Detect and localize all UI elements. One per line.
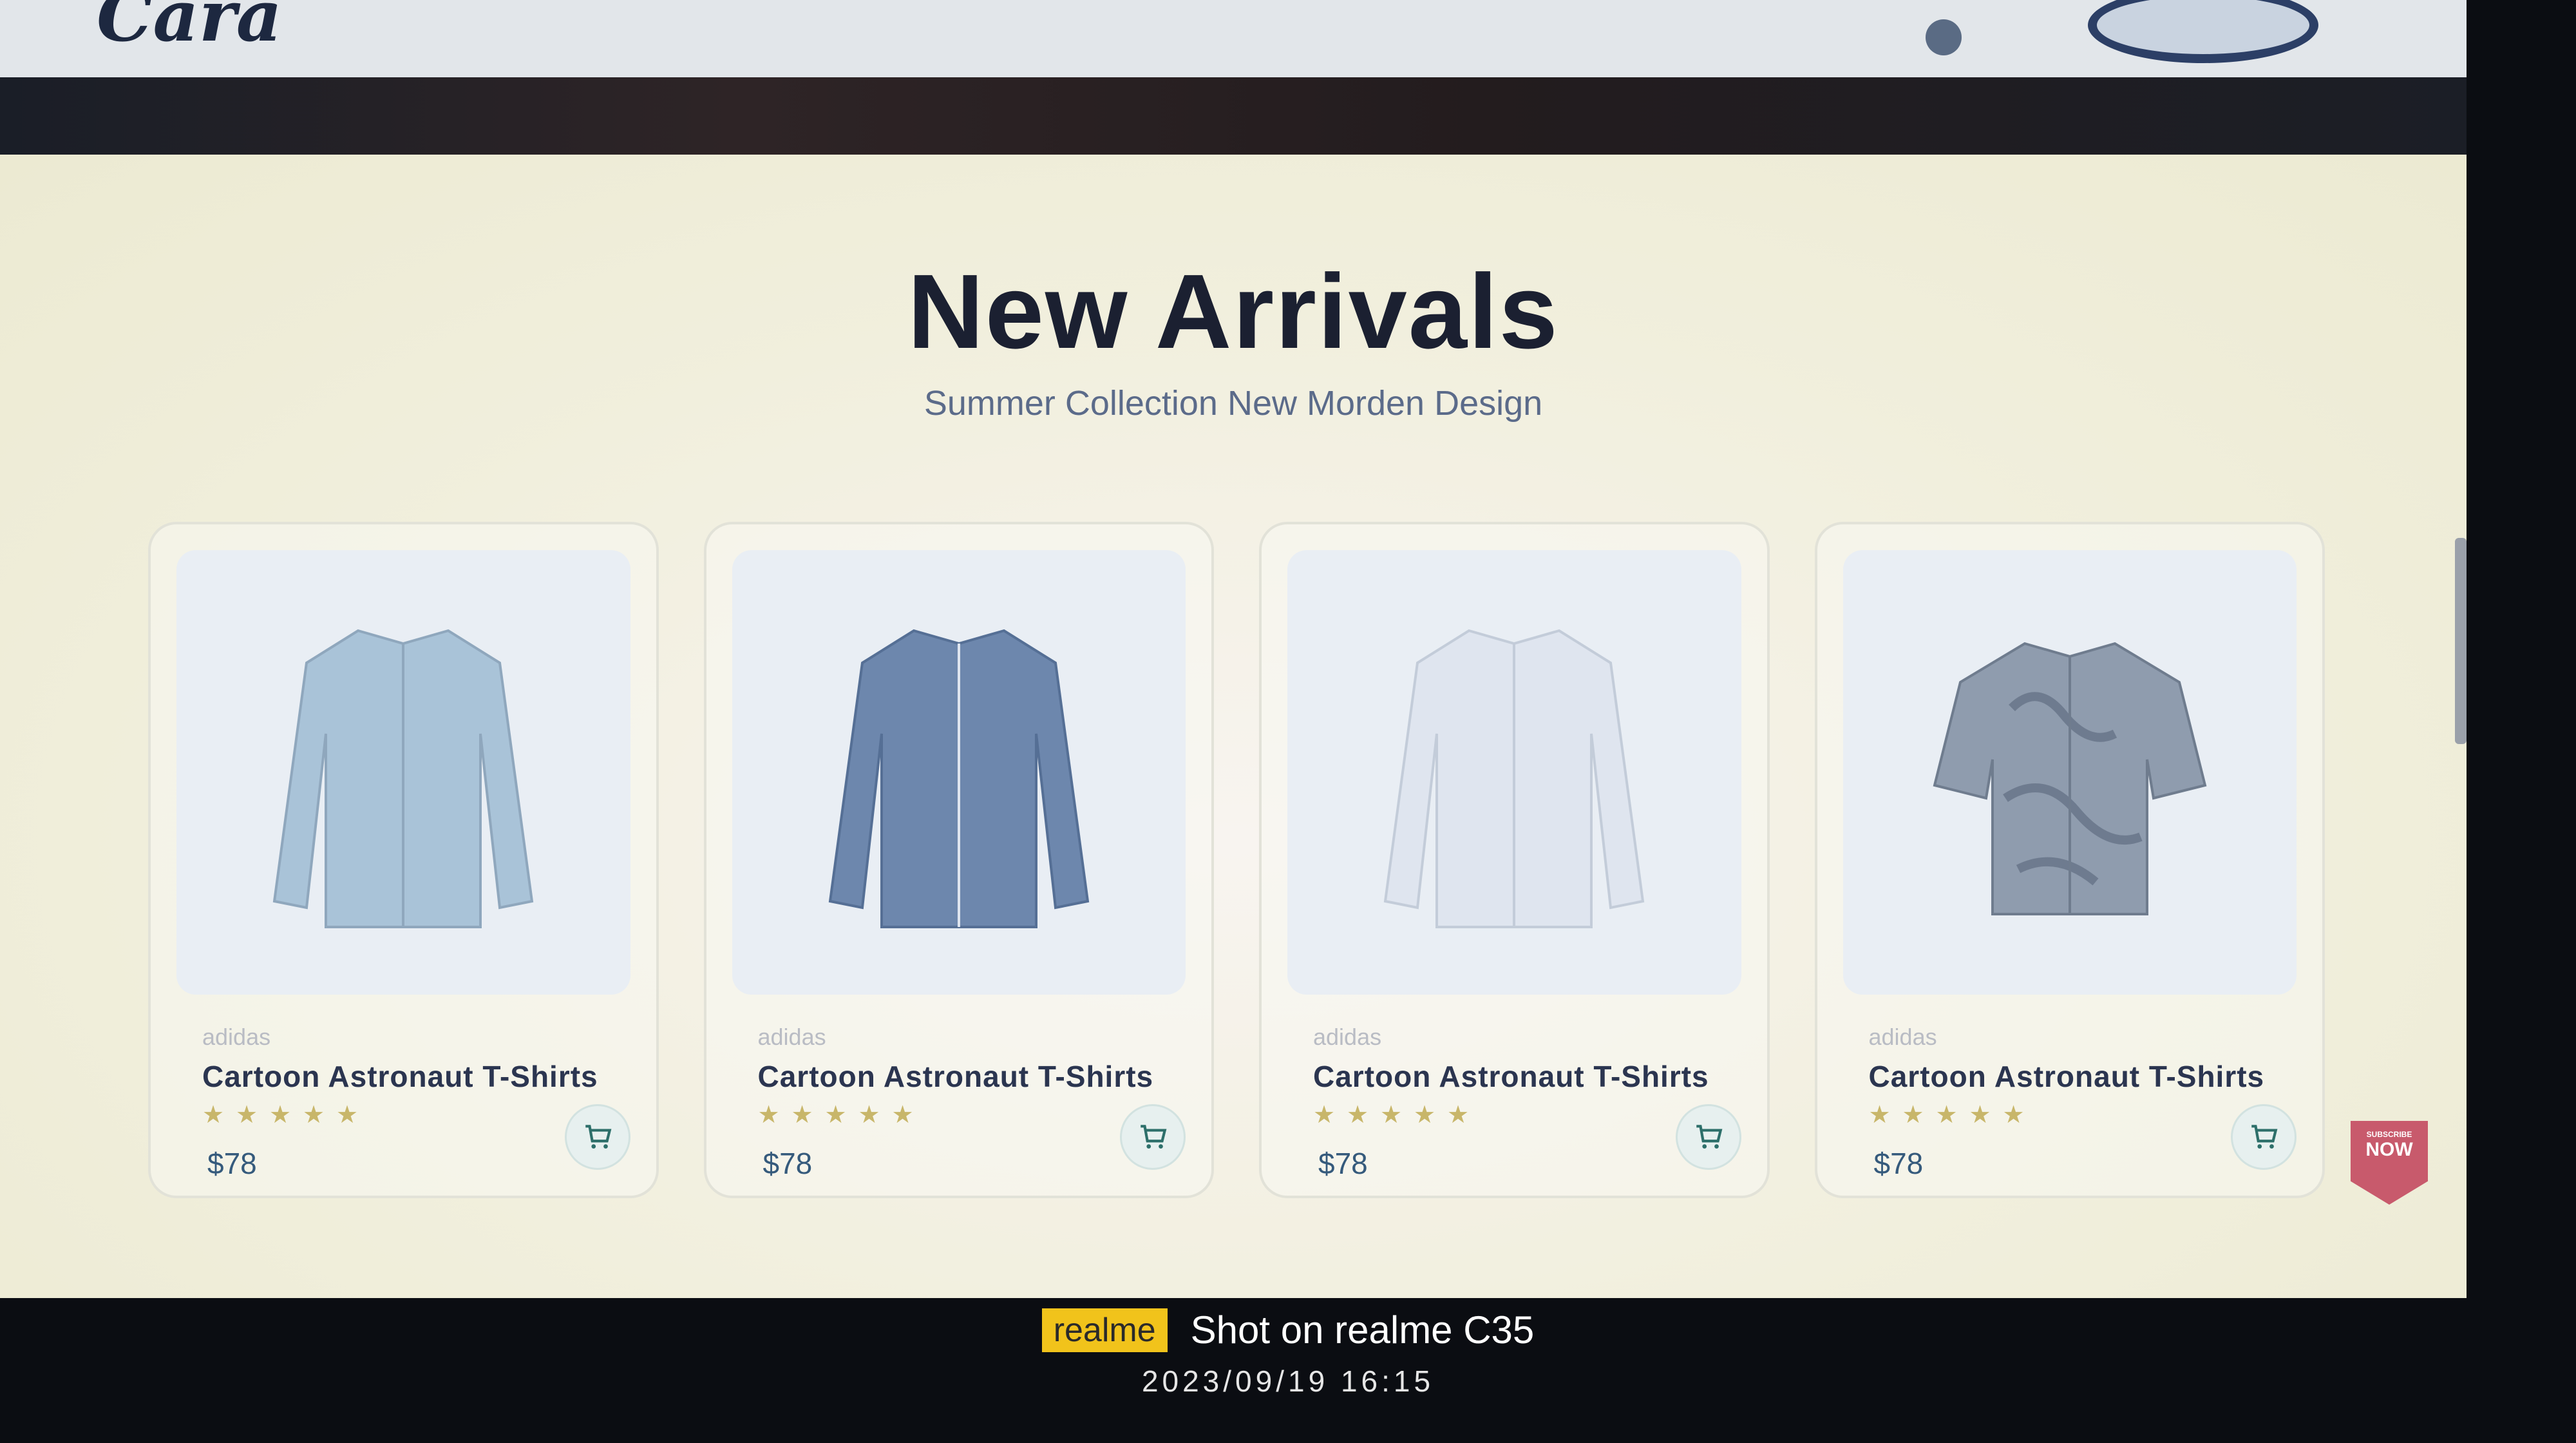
star-icon: ★ [1313,1102,1336,1129]
product-rating: ★ ★ ★ ★ ★ [1313,1102,1470,1129]
subscribe-now-badge[interactable]: SUBSCRIBE NOW [2351,1121,2428,1205]
star-icon: ★ [891,1102,914,1129]
star-icon: ★ [791,1102,813,1129]
star-icon: ★ [858,1102,880,1129]
product-price: $78 [762,1147,813,1180]
product-grid: adidas Cartoon Astronaut T-Shirts ★ ★ ★ … [148,522,2325,1198]
product-image[interactable] [1287,550,1741,995]
product-rating: ★ ★ ★ ★ ★ [1868,1102,2025,1129]
product-brand: adidas [202,1024,271,1050]
product-card[interactable]: adidas Cartoon Astronaut T-Shirts ★ ★ ★ … [1814,522,2325,1198]
section-subtitle: Summer Collection New Morden Design [923,384,1543,423]
star-icon: ★ [2002,1102,2025,1129]
browser-screen: Cara New Arrivals Summer Collection New … [0,0,2467,1298]
cart-icon [1696,1125,1722,1149]
star-icon: ★ [757,1102,780,1129]
header-graphic [2088,0,2318,63]
site-header: Cara [0,0,2467,77]
star-icon: ★ [1380,1102,1403,1129]
star-icon: ★ [1347,1102,1369,1129]
product-card[interactable]: adidas Cartoon Astronaut T-Shirts ★ ★ ★ … [1259,522,1770,1198]
star-icon: ★ [1902,1102,1924,1129]
star-icon: ★ [1868,1102,1891,1129]
product-card[interactable]: adidas Cartoon Astronaut T-Shirts ★ ★ ★ … [703,522,1214,1198]
subscribe-big-text: NOW [2365,1139,2413,1160]
product-brand: adidas [1868,1024,1937,1050]
product-name[interactable]: Cartoon Astronaut T-Shirts [202,1059,598,1094]
section-title: New Arrivals [907,253,1559,370]
camera-watermark-row: realme Shot on realme C35 [1041,1308,1535,1352]
star-icon: ★ [303,1102,325,1129]
subscribe-small-text: SUBSCRIBE [2366,1130,2412,1139]
site-logo[interactable]: Cara [97,0,282,57]
product-brand: adidas [757,1024,826,1050]
new-arrivals-section: New Arrivals Summer Collection New Morde… [0,155,2467,1298]
star-icon: ★ [1414,1102,1436,1129]
shirt-icon [828,629,1089,928]
cart-icon [585,1125,611,1149]
camera-watermark: realme Shot on realme C35 2023/09/19 16:… [0,1308,2576,1399]
star-icon: ★ [1447,1102,1470,1129]
scrollbar-thumb[interactable] [2455,538,2467,744]
product-image[interactable] [1842,550,2297,995]
banner-strip [0,77,2467,155]
shirt-icon [1933,642,2207,915]
cart-icon [2251,1125,2278,1149]
product-name[interactable]: Cartoon Astronaut T-Shirts [758,1059,1154,1094]
product-price: $78 [207,1147,257,1180]
shirt-icon [1384,629,1645,928]
product-card[interactable]: adidas Cartoon Astronaut T-Shirts ★ ★ ★ … [148,522,659,1198]
add-to-cart-button[interactable] [1120,1104,1186,1170]
product-price: $78 [1873,1147,1924,1180]
camera-shot-text: Shot on realme C35 [1190,1308,1535,1352]
product-rating: ★ ★ ★ ★ ★ [202,1102,359,1129]
add-to-cart-button[interactable] [564,1104,630,1170]
nav-dot-icon [1926,19,1962,55]
camera-brand-label: realme [1041,1308,1168,1352]
product-brand: adidas [1313,1024,1382,1050]
product-name[interactable]: Cartoon Astronaut T-Shirts [1313,1059,1709,1094]
camera-timestamp: 2023/09/19 16:15 [1141,1364,1435,1398]
star-icon: ★ [236,1102,258,1129]
cart-icon [1141,1125,1167,1149]
star-icon: ★ [1969,1102,1991,1129]
star-icon: ★ [1935,1102,1958,1129]
add-to-cart-button[interactable] [2231,1104,2297,1170]
product-rating: ★ ★ ★ ★ ★ [757,1102,914,1129]
product-image[interactable] [176,550,630,995]
star-icon: ★ [336,1102,359,1129]
star-icon: ★ [269,1102,292,1129]
product-price: $78 [1318,1147,1368,1180]
product-image[interactable] [732,550,1186,995]
add-to-cart-button[interactable] [1675,1104,1741,1170]
photo-frame: Cara New Arrivals Summer Collection New … [0,0,2576,1443]
star-icon: ★ [824,1102,847,1129]
shirt-icon [273,629,534,928]
star-icon: ★ [202,1102,225,1129]
product-name[interactable]: Cartoon Astronaut T-Shirts [1869,1059,2265,1094]
